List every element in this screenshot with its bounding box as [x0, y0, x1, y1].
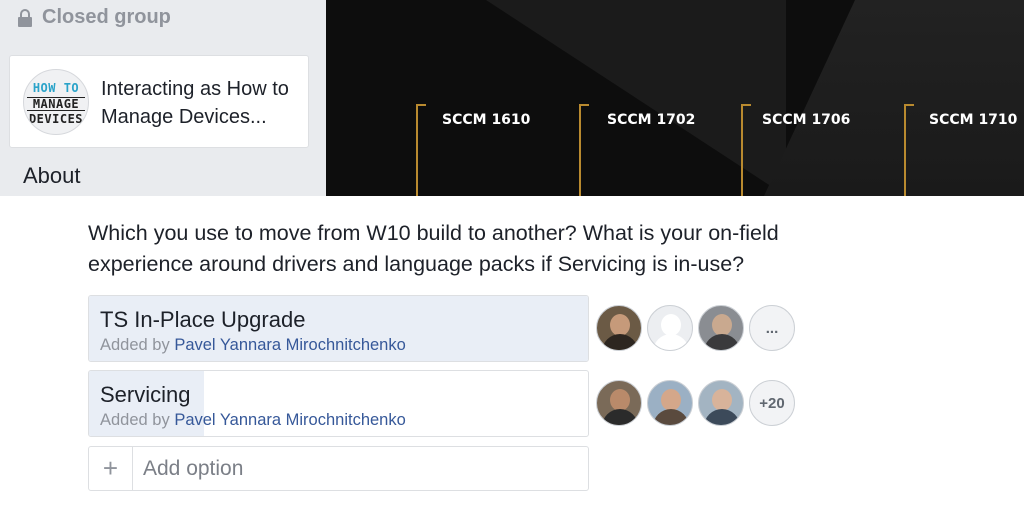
- page-logo-line2: MANAGE: [27, 97, 85, 111]
- avatar[interactable]: [647, 305, 693, 351]
- poll-option[interactable]: Servicing Added by Pavel Yannara Mirochn…: [88, 370, 589, 437]
- cover-decoration: [764, 0, 1024, 196]
- poll-option-author: Added by Pavel Yannara Mirochnitchenko: [100, 336, 406, 355]
- more-voters-button[interactable]: ...: [749, 305, 795, 351]
- timeline-label: SCCM 1706: [762, 112, 851, 128]
- cover-photo: SCCM 1610 SCCM 1702 SCCM 1706 SCCM 1710: [326, 0, 1024, 196]
- poll-question: Which you use to move from W10 build to …: [88, 221, 779, 276]
- group-privacy: Closed group: [18, 6, 171, 29]
- poll-option-label: TS In-Place Upgrade: [100, 307, 306, 332]
- avatar[interactable]: [596, 305, 642, 351]
- lock-icon: [18, 8, 32, 27]
- author-link[interactable]: Pavel Yannara Mirochnitchenko: [174, 336, 405, 354]
- timeline-label: SCCM 1710: [929, 112, 1018, 128]
- poll-option-author: Added by Pavel Yannara Mirochnitchenko: [100, 411, 406, 430]
- voter-avatars: +20: [596, 380, 795, 426]
- timeline-marker: [741, 104, 751, 196]
- timeline-label: SCCM 1702: [607, 112, 696, 128]
- avatar[interactable]: [647, 380, 693, 426]
- author-link[interactable]: Pavel Yannara Mirochnitchenko: [174, 411, 405, 429]
- page-logo-line1: HOW TO: [32, 81, 80, 95]
- add-option-input[interactable]: [143, 456, 563, 481]
- add-option-row: +: [88, 446, 589, 491]
- added-by-prefix: Added by: [100, 411, 170, 429]
- plus-icon[interactable]: +: [89, 447, 133, 490]
- page-logo-line3: DEVICES: [28, 112, 84, 126]
- page-avatar: HOW TO MANAGE DEVICES: [23, 69, 89, 135]
- voter-avatars: ...: [596, 305, 795, 351]
- avatar[interactable]: [698, 305, 744, 351]
- sidebar-item-about[interactable]: About: [23, 163, 81, 189]
- group-privacy-label: Closed group: [42, 6, 171, 28]
- added-by-prefix: Added by: [100, 336, 170, 354]
- timeline-label: SCCM 1610: [442, 112, 531, 128]
- timeline-marker: [904, 104, 914, 196]
- poll-option-label: Servicing: [100, 382, 191, 407]
- timeline-marker: [579, 104, 589, 196]
- avatar[interactable]: [698, 380, 744, 426]
- more-voters-button[interactable]: +20: [749, 380, 795, 426]
- interacting-as-selector[interactable]: HOW TO MANAGE DEVICES Interacting as How…: [9, 55, 309, 148]
- interacting-as-label: Interacting as How to Manage Devices...: [101, 78, 289, 128]
- timeline-marker: [416, 104, 426, 196]
- poll-option[interactable]: TS In-Place Upgrade Added by Pavel Yanna…: [88, 295, 589, 362]
- avatar[interactable]: [596, 380, 642, 426]
- group-sidebar: Closed group HOW TO MANAGE DEVICES Inter…: [0, 0, 326, 196]
